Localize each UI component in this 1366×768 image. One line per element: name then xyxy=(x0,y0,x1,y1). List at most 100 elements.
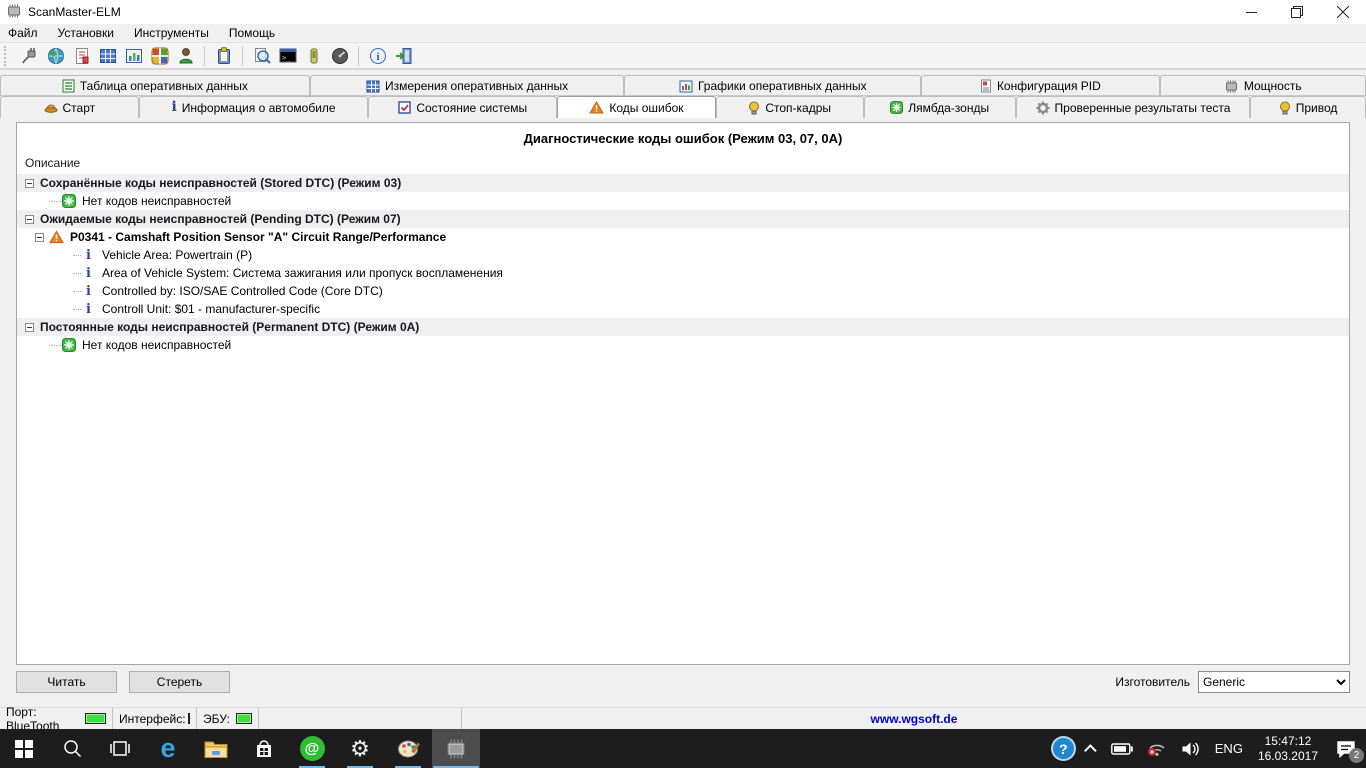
tree-item-no-codes-stored[interactable]: Нет кодов неисправностей xyxy=(17,192,1349,210)
toolbar-grip[interactable] xyxy=(4,45,8,66)
tree-section-pending-dtc[interactable]: Ожидаемые коды неисправностей (Pending D… xyxy=(17,210,1349,228)
restore-button[interactable] xyxy=(1274,0,1320,24)
tree-item-no-codes-permanent[interactable]: Нет кодов неисправностей xyxy=(17,336,1349,354)
toolbar-separator xyxy=(204,45,205,66)
tab-system-status[interactable]: Состояние системы xyxy=(368,96,558,118)
clock-time: 15:47:12 xyxy=(1264,733,1312,748)
collapse-icon[interactable] xyxy=(25,178,34,188)
tree-connector xyxy=(73,254,81,256)
tree-section-stored-dtc[interactable]: Сохранённые коды неисправностей (Stored … xyxy=(17,174,1349,192)
user-icon[interactable] xyxy=(175,45,196,66)
status-port: Порт: BlueTooth xyxy=(0,705,113,733)
erase-button[interactable]: Стереть xyxy=(129,671,230,693)
collapse-icon[interactable] xyxy=(25,214,34,224)
tree-item-dtc-p0341[interactable]: P0341 - Camshaft Position Sensor "A" Cir… xyxy=(17,228,1349,246)
tab-live-data-table[interactable]: Таблица оперативных данных xyxy=(0,75,310,96)
data-table-icon[interactable] xyxy=(97,45,118,66)
tab-test-results[interactable]: Проверенные результаты теста xyxy=(1015,96,1251,118)
website-link[interactable]: www.wgsoft.de xyxy=(462,708,1366,729)
tree-item-vehicle-system[interactable]: i Area of Vehicle System: Система зажига… xyxy=(17,264,1349,282)
chip-icon xyxy=(1224,80,1239,93)
menu-file[interactable]: Файл xyxy=(8,24,48,42)
measurements-grid-icon xyxy=(366,80,380,93)
tab-start[interactable]: Старт xyxy=(0,96,139,118)
exit-icon[interactable] xyxy=(393,45,414,66)
info-icon: i xyxy=(86,247,91,263)
tray-expand-chevron-icon[interactable] xyxy=(1081,729,1104,768)
tab-label: Старт xyxy=(62,100,96,115)
tree-item-control-unit[interactable]: i Controll Unit: $01 - manufacturer-spec… xyxy=(17,300,1349,318)
tab-lambda-sensors[interactable]: Лямбда-зонды xyxy=(863,96,1016,118)
sensor-icon[interactable] xyxy=(303,45,324,66)
tree-item-label: Controlled by: ISO/SAE Controlled Code (… xyxy=(102,284,383,298)
connect-icon[interactable] xyxy=(19,45,40,66)
network-disconnected-icon[interactable] xyxy=(1140,729,1174,768)
pid-config-icon xyxy=(980,79,992,93)
explorer-icon[interactable] xyxy=(192,729,240,768)
manufacturer-label: Изготовитель xyxy=(1115,675,1190,689)
menu-settings[interactable]: Установки xyxy=(58,24,124,42)
gauge-icon[interactable] xyxy=(329,45,350,66)
collapse-icon[interactable] xyxy=(25,322,34,332)
info-icon: i xyxy=(86,283,91,299)
report-icon[interactable] xyxy=(71,45,92,66)
tab-label: Таблица оперативных данных xyxy=(79,79,248,93)
tree-section-permanent-dtc[interactable]: Постоянные коды неисправностей (Permanen… xyxy=(17,318,1349,336)
log-search-icon[interactable] xyxy=(251,45,272,66)
menu-help[interactable]: Помощь xyxy=(229,24,285,42)
task-view-icon[interactable] xyxy=(96,729,144,768)
chart-icon[interactable] xyxy=(123,45,144,66)
tab-freeze-frames[interactable]: Стоп-кадры xyxy=(715,96,864,118)
edge-icon[interactable]: e xyxy=(144,729,192,768)
volume-icon[interactable] xyxy=(1174,729,1208,768)
tab-live-data-measurements[interactable]: Измерения оперативных данных xyxy=(309,75,625,96)
scanmaster-window: ScanMaster-ELM Файл Установки Инструмент… xyxy=(0,0,1366,768)
terminal-icon[interactable]: >_ xyxy=(277,45,298,66)
manufacturer-select[interactable]: Generic xyxy=(1198,671,1350,693)
svg-text:i: i xyxy=(376,51,379,63)
lambda-icon xyxy=(890,101,904,114)
tab-error-codes[interactable]: Коды ошибок xyxy=(557,96,716,118)
dashboard-icon[interactable] xyxy=(149,45,170,66)
info-icon: i xyxy=(86,301,91,317)
battery-icon[interactable] xyxy=(1104,729,1140,768)
taskbar-clock[interactable]: 15:47:12 16.03.2017 xyxy=(1250,734,1326,764)
tab-live-data-graphs[interactable]: Графики оперативных данных xyxy=(624,75,922,96)
scanmaster-chip-icon[interactable] xyxy=(432,729,480,768)
collapse-icon[interactable] xyxy=(35,232,44,242)
tab-label: Состояние системы xyxy=(416,100,528,115)
about-icon[interactable]: i xyxy=(367,45,388,66)
tree-item-label: Нет кодов неисправностей xyxy=(82,338,232,352)
tab-vehicle-info[interactable]: i Информация о автомобиле xyxy=(138,96,369,118)
freeze-frames-icon xyxy=(748,101,760,115)
language-indicator[interactable]: ENG xyxy=(1208,729,1250,768)
tab-row-1: Таблица оперативных данных Измерения опе… xyxy=(0,75,1366,96)
table-list-icon xyxy=(62,79,75,93)
actuator-icon xyxy=(1279,101,1291,115)
tree-item-controlled-by[interactable]: i Controlled by: ISO/SAE Controlled Code… xyxy=(17,282,1349,300)
tree-item-label: Нет кодов неисправностей xyxy=(82,194,232,208)
globe-icon[interactable] xyxy=(45,45,66,66)
start-icon xyxy=(44,101,58,114)
menu-bar: Файл Установки Инструменты Помощь xyxy=(0,24,1366,43)
help-tray-icon[interactable]: ? xyxy=(1046,729,1081,768)
start-button[interactable] xyxy=(0,729,48,768)
clock-date: 16.03.2017 xyxy=(1257,748,1318,763)
close-button[interactable] xyxy=(1320,0,1366,24)
read-button[interactable]: Читать xyxy=(16,671,117,693)
tab-pid-configuration[interactable]: Конфигурация PID xyxy=(921,75,1160,96)
tree-item-vehicle-area[interactable]: i Vehicle Area: Powertrain (P) xyxy=(17,246,1349,264)
clipboard-icon[interactable] xyxy=(213,45,234,66)
test-results-icon xyxy=(1036,101,1050,115)
minimize-button[interactable] xyxy=(1228,0,1274,24)
interface-led xyxy=(187,713,190,724)
mailru-agent-icon[interactable]: @ xyxy=(288,729,336,768)
menu-tools[interactable]: Инструменты xyxy=(134,24,219,42)
search-icon[interactable] xyxy=(48,729,96,768)
store-icon[interactable] xyxy=(240,729,288,768)
tab-actuator[interactable]: Привод xyxy=(1250,96,1366,118)
paint-icon[interactable] xyxy=(384,729,432,768)
tab-power[interactable]: Мощность xyxy=(1159,75,1366,96)
notification-center-icon[interactable]: 2 xyxy=(1326,729,1366,768)
settings-icon[interactable]: ⚙ xyxy=(336,729,384,768)
